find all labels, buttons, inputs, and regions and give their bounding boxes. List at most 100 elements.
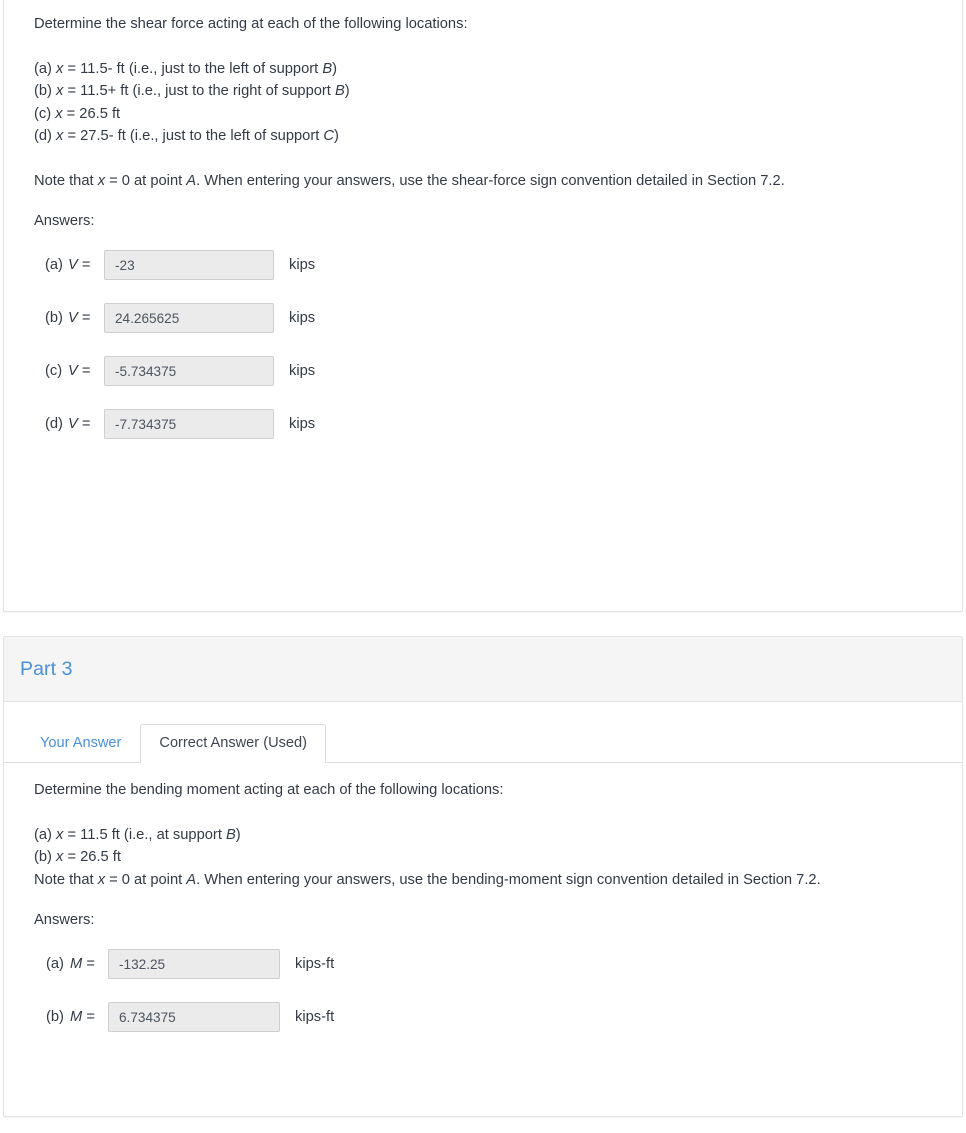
shear-answer-b-input[interactable] bbox=[104, 303, 274, 333]
shear-answer-c-input[interactable] bbox=[104, 356, 274, 386]
moment-location-a-support: B bbox=[225, 826, 236, 843]
answer-a-unit: kips bbox=[289, 257, 316, 273]
answer-c-label: (c) bbox=[45, 363, 63, 379]
answer-a-variable: V = bbox=[68, 257, 104, 273]
answer-a-equals: = bbox=[77, 257, 91, 273]
shear-note-pre: Note that bbox=[34, 172, 98, 189]
location-c-tag: (c) bbox=[34, 105, 56, 122]
shear-answer-a-input[interactable] bbox=[104, 250, 274, 280]
moment-location-item-b: (b) x = 26.5 ft bbox=[34, 846, 932, 869]
part-3-content: Determine the bending moment acting at e… bbox=[4, 763, 962, 1044]
location-a-support: B bbox=[322, 60, 333, 77]
shear-answer-d-input[interactable] bbox=[104, 409, 274, 439]
location-d-tag: (d) bbox=[34, 128, 57, 144]
moment-location-item-a: (a) x = 11.5 ft (i.e., at support B) bbox=[34, 824, 932, 847]
answer-d-unit: kips bbox=[289, 416, 316, 432]
shear-note: Note that x = 0 at point A. When enterin… bbox=[34, 170, 932, 193]
answer-tabs: Your Answer Correct Answer (Used) bbox=[4, 720, 962, 763]
answer-b-label: (b) bbox=[45, 310, 63, 326]
moment-answer-a-label: (a) bbox=[46, 956, 64, 972]
answer-a-label: (a) bbox=[45, 257, 63, 273]
answer-row-c: (c) V = kips bbox=[34, 345, 932, 398]
moment-location-b-mid: = 26.5 ft bbox=[63, 849, 121, 865]
moment-note-var: x bbox=[97, 871, 106, 888]
location-d-support: C bbox=[323, 128, 335, 144]
shear-answers-label: Answers: bbox=[34, 213, 95, 229]
location-a-mid: = 11.5- ft (i.e., just to the left of su… bbox=[63, 60, 323, 77]
tab-your-answer[interactable]: Your Answer bbox=[21, 724, 140, 763]
moment-answer-b-symbol: M bbox=[70, 1009, 83, 1025]
moment-answer-b-input[interactable] bbox=[108, 1002, 280, 1032]
part-2-panel: Determine the shear force acting at each… bbox=[3, 0, 963, 612]
location-b-tag: (b) bbox=[34, 83, 57, 99]
answer-a-symbol: V bbox=[68, 257, 78, 273]
moment-answer-a-variable: M = bbox=[70, 956, 108, 972]
answer-d-label: (d) bbox=[45, 416, 63, 432]
answer-b-unit: kips bbox=[289, 310, 316, 326]
location-d-end: ) bbox=[334, 128, 339, 144]
moment-answer-b-equals: = bbox=[82, 1009, 95, 1025]
moment-note-mid: = 0 at point bbox=[105, 871, 187, 888]
part-2-content: Determine the shear force acting at each… bbox=[4, 0, 962, 451]
moment-location-b-tag: (b) bbox=[34, 849, 57, 865]
moment-answer-b-label: (b) bbox=[46, 1009, 64, 1025]
location-b-end: ) bbox=[344, 83, 350, 99]
moment-answers-list: (a) M = kips-ft (b) M = kips-ft bbox=[34, 938, 932, 1044]
moment-location-a-tag: (a) bbox=[34, 826, 57, 843]
answer-c-unit: kips bbox=[289, 363, 316, 379]
answer-row-a: (a) V = kips bbox=[34, 239, 932, 292]
location-c-var: x bbox=[55, 105, 63, 122]
location-item-a: (a) x = 11.5- ft (i.e., just to the left… bbox=[34, 58, 932, 81]
answer-d-equals: = bbox=[77, 416, 91, 432]
answer-row-d: (d) V = kips bbox=[34, 398, 932, 451]
shear-note-point: A bbox=[186, 172, 197, 189]
moment-answer-row-a: (a) M = kips-ft bbox=[34, 938, 932, 991]
tab-correct-answer[interactable]: Correct Answer (Used) bbox=[140, 724, 327, 763]
shear-prompt: Determine the shear force acting at each… bbox=[34, 16, 468, 32]
answer-b-variable: V = bbox=[68, 310, 104, 326]
moment-note-point: A bbox=[186, 871, 197, 888]
moment-answer-row-b: (b) M = kips-ft bbox=[34, 991, 932, 1044]
answer-d-variable: V = bbox=[68, 416, 104, 432]
moment-answers-label: Answers: bbox=[34, 912, 95, 928]
shear-note-end: . When entering your answers, use the sh… bbox=[196, 172, 785, 189]
location-item-c: (c) x = 26.5 ft bbox=[34, 103, 932, 126]
moment-location-a-end: ) bbox=[235, 826, 241, 843]
moment-note-pre: Note that bbox=[34, 871, 98, 888]
answer-c-symbol: V bbox=[68, 363, 78, 379]
moment-answer-a-unit: kips-ft bbox=[295, 956, 335, 972]
location-c-mid: = 26.5 ft bbox=[62, 105, 121, 122]
moment-answer-a-input[interactable] bbox=[108, 949, 280, 979]
answer-row-b: (b) V = kips bbox=[34, 292, 932, 345]
moment-answer-b-unit: kips-ft bbox=[295, 1009, 335, 1025]
shear-note-mid: = 0 at point bbox=[105, 172, 187, 189]
location-a-end: ) bbox=[332, 60, 338, 77]
shear-note-var: x bbox=[97, 172, 106, 189]
location-item-d: (d) x = 27.5- ft (i.e., just to the left… bbox=[34, 125, 932, 148]
answer-b-equals: = bbox=[77, 310, 91, 326]
answer-c-variable: V = bbox=[68, 363, 104, 379]
moment-prompt: Determine the bending moment acting at e… bbox=[34, 782, 504, 798]
location-b-support: B bbox=[334, 83, 345, 99]
moment-answer-a-symbol: M bbox=[70, 956, 83, 972]
part-3-panel: Part 3 Your Answer Correct Answer (Used)… bbox=[3, 636, 963, 1117]
location-d-mid: = 27.5- ft (i.e., just to the left of su… bbox=[63, 128, 324, 144]
part-3-body: Your Answer Correct Answer (Used) Determ… bbox=[4, 720, 962, 1044]
part-3-title: Part 3 bbox=[20, 657, 73, 680]
moment-answer-b-variable: M = bbox=[70, 1009, 108, 1025]
moment-note-end: . When entering your answers, use the be… bbox=[196, 871, 821, 888]
part-2-body: Determine the shear force acting at each… bbox=[4, 0, 962, 451]
location-a-tag: (a) bbox=[34, 60, 57, 77]
moment-location-a-mid: = 11.5 ft (i.e., at support bbox=[63, 826, 226, 843]
answer-d-symbol: V bbox=[68, 416, 78, 432]
page-root: Determine the shear force acting at each… bbox=[0, 0, 966, 1133]
answer-b-symbol: V bbox=[68, 310, 78, 326]
location-item-b: (b) x = 11.5+ ft (i.e., just to the righ… bbox=[34, 80, 932, 103]
location-b-mid: = 11.5+ ft (i.e., just to the right of s… bbox=[63, 83, 335, 99]
moment-answer-a-equals: = bbox=[82, 956, 95, 972]
